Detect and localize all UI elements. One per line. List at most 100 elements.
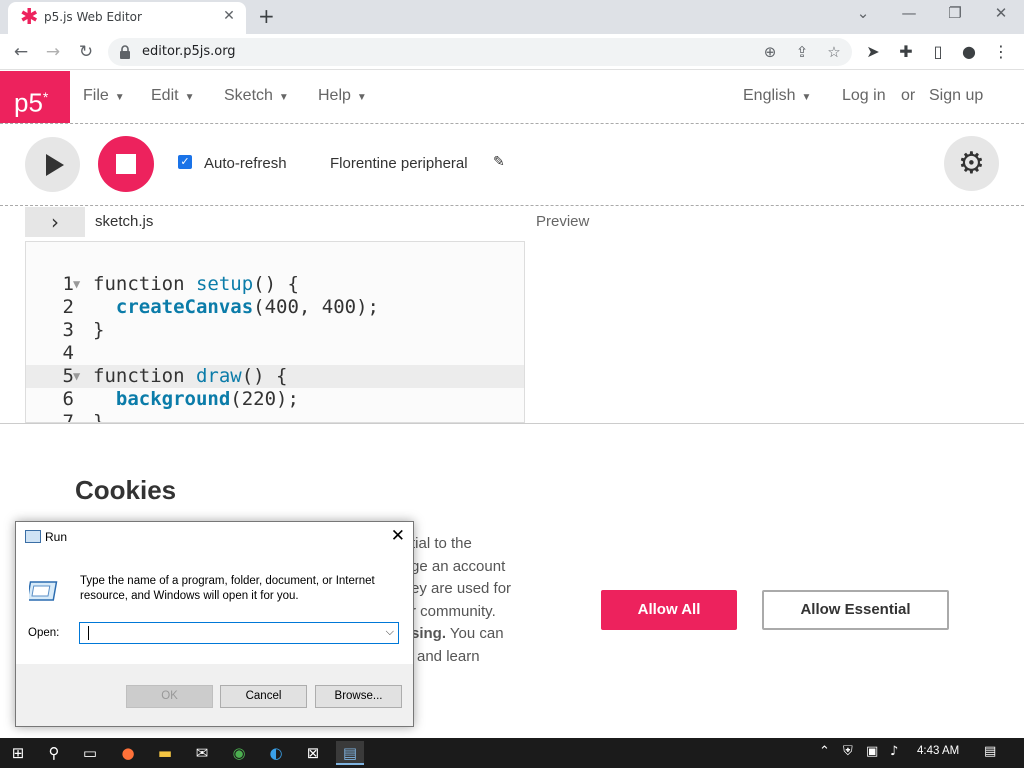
menu-sketch-label: Sketch (224, 87, 273, 104)
cookie-text-rest: You can (446, 625, 504, 642)
cookie-title: Cookies (75, 475, 177, 505)
screen: ✱ p5.js Web Editor ✕ + ⌄ — ❐ ✕ ← → ↻ edi… (0, 0, 1024, 768)
task-view-icon[interactable]: ▭ (76, 741, 104, 765)
code-text: background(220); (93, 388, 299, 411)
language-label: English (743, 87, 796, 104)
security-shield-icon[interactable]: ⛨ (843, 744, 853, 759)
code-rest: (400, 400); (253, 296, 380, 318)
sketch-name[interactable]: Florentine peripheral (330, 155, 468, 172)
minimize-button[interactable]: — (886, 4, 932, 22)
preview-label: Preview (536, 213, 590, 230)
side-panel-icon[interactable]: ▯ (927, 41, 949, 63)
line-number: 7 (62, 411, 74, 423)
address-bar[interactable]: editor.p5js.org ⊕ ⇪ ☆ (108, 38, 852, 66)
allow-essential-button[interactable]: Allow Essential (762, 590, 949, 630)
network-icon[interactable]: ▣ (866, 744, 878, 759)
or-text: or (901, 87, 916, 104)
chrome-icon[interactable]: ◉ (225, 741, 253, 765)
store-icon[interactable]: ⊠ (299, 741, 327, 765)
code-line: 1 ▼ function setup() { (26, 273, 524, 296)
extensions-puzzle-icon[interactable]: ✚ (895, 41, 917, 63)
windows-start-icon[interactable]: ⊞ (4, 741, 32, 765)
volume-icon[interactable]: ♪ (890, 744, 898, 759)
window-close-button[interactable]: ✕ (978, 4, 1024, 22)
run-body: Type the name of a program, folder, docu… (16, 552, 413, 664)
chevron-down-icon: ▼ (801, 92, 812, 103)
menu-sketch[interactable]: Sketch ▼ (224, 87, 289, 105)
cookie-text-bold: sing. (411, 625, 447, 642)
code-rest: () { (241, 365, 288, 387)
menu-file[interactable]: File ▼ (83, 87, 125, 105)
settings-gear-button[interactable]: ⚙ (944, 136, 999, 191)
close-icon[interactable]: ✕ (391, 526, 405, 546)
function-name: setup (195, 273, 254, 295)
notifications-icon[interactable]: ▤ (984, 744, 996, 759)
menu-edit[interactable]: Edit ▼ (151, 87, 194, 105)
tab-search-icon[interactable]: ⌄ (840, 4, 886, 22)
run-title-bar[interactable]: Run ✕ (16, 522, 413, 552)
language-select[interactable]: English ▼ (743, 87, 811, 105)
chrome-menu-icon[interactable]: ⋮ (990, 41, 1012, 63)
clock[interactable]: 4:43 AM (917, 745, 959, 757)
browse-button[interactable]: Browse... (315, 685, 402, 708)
bookmark-star-icon[interactable]: ☆ (824, 42, 844, 62)
share-icon[interactable]: ⇪ (792, 42, 812, 62)
fold-arrow-icon[interactable]: ▼ (73, 273, 80, 296)
browser-tab-strip: ✱ p5.js Web Editor ✕ + ⌄ — ❐ ✕ (0, 0, 1024, 34)
chevron-down-icon: ▼ (278, 92, 289, 103)
run-title: Run (45, 530, 68, 544)
taskbar: ⊞ ⚲ ▭ ● ▬ ✉ ◉ ◐ ⊠ ▤ ⌃ ⛨ ▣ ♪ 4:43 AM ▤ (0, 738, 1024, 768)
restore-button[interactable]: ❐ (932, 4, 978, 22)
browser-tab[interactable]: ✱ p5.js Web Editor ✕ (8, 2, 246, 34)
menu-help[interactable]: Help ▼ (318, 87, 367, 105)
menu-edit-label: Edit (151, 87, 179, 104)
tab-close-icon[interactable]: ✕ (220, 8, 238, 24)
sidebar-toggle-button[interactable]: › (25, 207, 85, 237)
open-input[interactable]: ⌵ (79, 622, 399, 644)
code-editor[interactable]: 1 ▼ function setup() { 2 createCanvas(40… (25, 241, 525, 423)
fold-arrow-icon[interactable]: ▼ (73, 365, 80, 388)
line-number: 1 (62, 273, 74, 295)
ok-button[interactable]: OK (126, 685, 213, 708)
allow-all-button[interactable]: Allow All (601, 590, 737, 630)
edge-icon[interactable]: ◐ (262, 741, 290, 765)
back-icon[interactable]: ← (10, 41, 32, 63)
reload-icon[interactable]: ↻ (75, 41, 97, 63)
run-description: Type the name of a program, folder, docu… (80, 575, 375, 602)
p5-nav-bar: p5* File ▼ Edit ▼ Sketch ▼ Help ▼ English ▼ L… (0, 71, 1024, 124)
login-link[interactable]: Log in (842, 87, 886, 105)
autorefresh-checkbox[interactable]: ✓ (178, 155, 192, 169)
code-text: createCanvas(400, 400); (93, 296, 379, 319)
line-number: 3 (62, 319, 74, 341)
run-dialog: Run ✕ Type the name of a program, folder… (15, 521, 414, 727)
pencil-icon[interactable]: ✎ (493, 154, 505, 170)
line-number: 6 (62, 388, 74, 410)
signup-link[interactable]: Sign up (929, 87, 983, 105)
cancel-button[interactable]: Cancel (220, 685, 307, 708)
firefox-icon[interactable]: ● (114, 741, 142, 765)
chevron-down-icon: ▼ (184, 92, 195, 103)
chevron-down-icon[interactable]: ⌵ (386, 625, 394, 639)
logo-asterisk: * (42, 89, 49, 105)
zoom-icon[interactable]: ⊕ (760, 42, 780, 62)
play-button[interactable] (25, 137, 80, 192)
cursor-extension-icon[interactable]: ➤ (862, 41, 884, 63)
search-icon[interactable]: ⚲ (40, 741, 68, 765)
function-name: draw (195, 365, 242, 387)
chevron-up-icon[interactable]: ⌃ (819, 744, 830, 759)
function-name: background (115, 388, 231, 410)
keyword: function (93, 365, 196, 387)
profile-avatar-icon[interactable]: ● (958, 41, 980, 63)
run-app-icon (25, 530, 41, 543)
forward-icon[interactable]: → (42, 41, 64, 63)
open-label: Open: (28, 627, 60, 639)
p5-logo[interactable]: p5* (0, 71, 70, 123)
mail-icon[interactable]: ✉ (188, 741, 216, 765)
stop-button[interactable] (98, 136, 154, 192)
file-explorer-icon[interactable]: ▬ (151, 741, 179, 765)
run-taskbar-icon[interactable]: ▤ (336, 741, 364, 765)
new-tab-button[interactable]: + (258, 4, 275, 28)
menu-help-label: Help (318, 87, 351, 104)
